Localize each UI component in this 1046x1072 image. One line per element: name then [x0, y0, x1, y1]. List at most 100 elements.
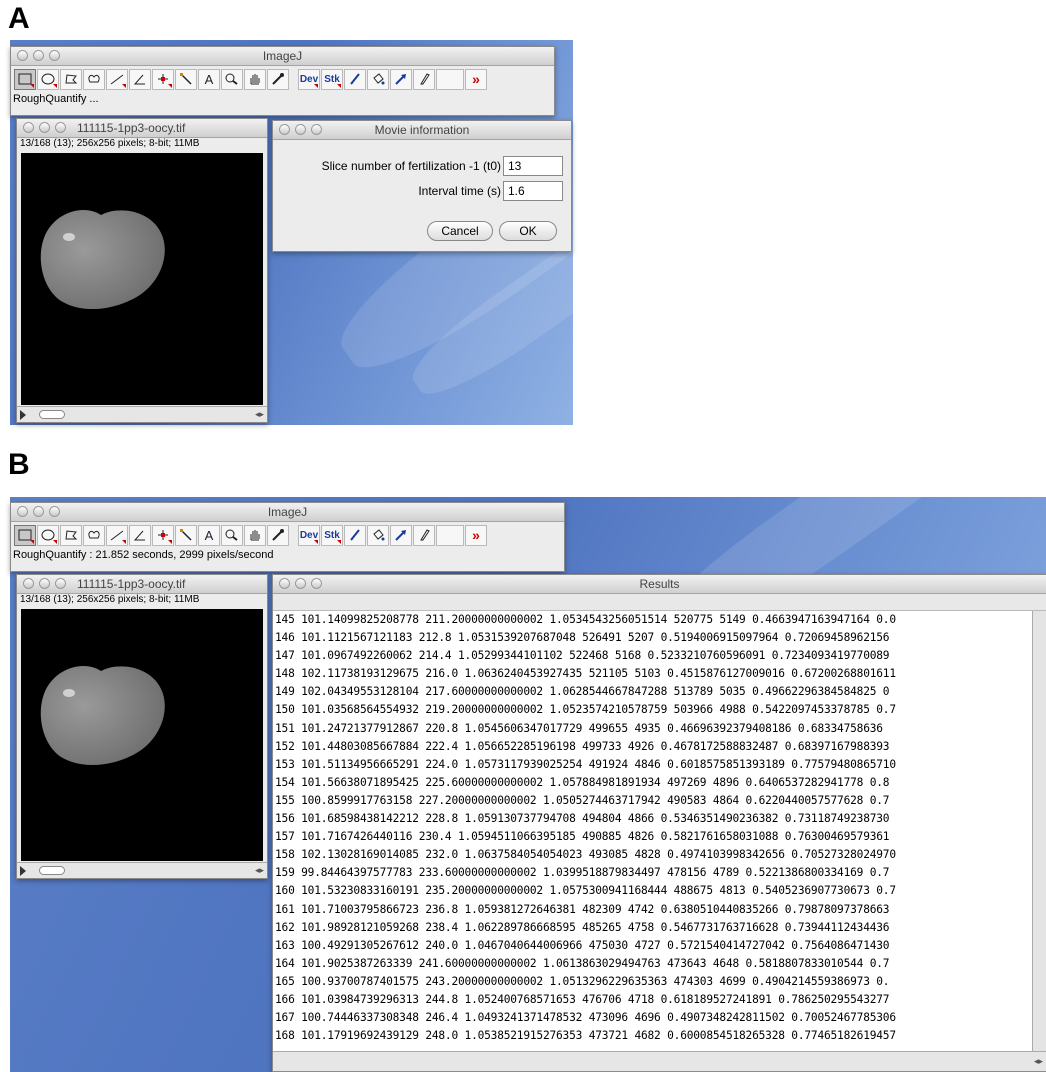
freehand-tool-icon[interactable]	[83, 524, 105, 546]
scroll-arrows-icon[interactable]: ◂▸	[255, 409, 264, 420]
scroll-arrows-icon[interactable]: ◂▸	[1034, 1056, 1043, 1067]
arrow-tool-icon[interactable]	[390, 524, 412, 546]
hand-tool-icon[interactable]	[244, 524, 266, 546]
brush-tool-icon[interactable]	[344, 68, 366, 90]
point-tool-icon[interactable]	[152, 524, 174, 546]
zoom-button[interactable]	[55, 122, 66, 133]
minimize-button[interactable]	[39, 578, 50, 589]
image-canvas[interactable]	[21, 153, 263, 405]
results-row[interactable]: 157 101.7167426440116 230.4 1.0594511066…	[273, 828, 1033, 846]
wand-tool-icon[interactable]	[175, 68, 197, 90]
polygon-tool-icon[interactable]	[60, 524, 82, 546]
zoom-button[interactable]	[311, 124, 322, 135]
dialog-titlebar[interactable]: Movie information	[273, 121, 571, 140]
point-tool-icon[interactable]	[152, 68, 174, 90]
results-row[interactable]: 165 100.93700787401575 243.2000000000000…	[273, 973, 1033, 991]
results-row[interactable]: 158 102.13028169014085 232.0 1.063758405…	[273, 846, 1033, 864]
results-hscroll[interactable]: ◂▸	[273, 1051, 1046, 1071]
more-tools-icon[interactable]: »	[465, 68, 487, 90]
results-row[interactable]: 152 101.44803085667884 222.4 1.056652285…	[273, 738, 1033, 756]
wand-tool-icon[interactable]	[175, 524, 197, 546]
zoom-button[interactable]	[311, 578, 322, 589]
brush-tool-icon[interactable]	[344, 524, 366, 546]
results-row[interactable]: 149 102.04349553128104 217.6000000000000…	[273, 683, 1033, 701]
results-row[interactable]: 148 102.11738193129675 216.0 1.063624045…	[273, 665, 1033, 683]
text-tool-icon[interactable]: A	[198, 68, 220, 90]
cancel-button[interactable]: Cancel	[427, 221, 493, 241]
results-row[interactable]: 159 99.84464397577783 233.60000000000002…	[273, 864, 1033, 882]
stk-menu-button[interactable]: Stk	[321, 68, 343, 90]
ok-button[interactable]: OK	[499, 221, 557, 241]
angle-tool-icon[interactable]	[129, 68, 151, 90]
results-row[interactable]: 160 101.53230833160191 235.2000000000000…	[273, 882, 1033, 900]
results-table[interactable]: 145 101.14099825208778 211.2000000000000…	[273, 611, 1033, 1053]
dev-menu-button[interactable]: Dev	[298, 524, 320, 546]
results-row[interactable]: 162 101.98928121059268 238.4 1.062289786…	[273, 919, 1033, 937]
results-row[interactable]: 153 101.51134956665291 224.0 1.057311793…	[273, 756, 1033, 774]
color-picker-tool-icon[interactable]	[267, 524, 289, 546]
polygon-tool-icon[interactable]	[60, 68, 82, 90]
results-row[interactable]: 168 101.17919692439129 248.0 1.053852191…	[273, 1027, 1033, 1045]
hand-tool-icon[interactable]	[244, 68, 266, 90]
results-row[interactable]: 154 101.56638071895425 225.6000000000000…	[273, 774, 1033, 792]
rectangle-tool-icon[interactable]	[14, 524, 36, 546]
close-button[interactable]	[17, 506, 28, 517]
minimize-button[interactable]	[295, 578, 306, 589]
arrow-tool-icon[interactable]	[390, 68, 412, 90]
minimize-button[interactable]	[33, 50, 44, 61]
line-tool-icon[interactable]	[106, 524, 128, 546]
imagej-titlebar-a[interactable]: ImageJ	[11, 47, 554, 66]
image-titlebar-b[interactable]: 111115-1pp3-oocy.tif	[17, 575, 267, 594]
more-tools-icon[interactable]: »	[465, 524, 487, 546]
zoom-button[interactable]	[49, 506, 60, 517]
results-row[interactable]: 167 100.74446337308348 246.4 1.049324137…	[273, 1009, 1033, 1027]
color-picker-tool-icon[interactable]	[267, 68, 289, 90]
rectangle-tool-icon[interactable]	[14, 68, 36, 90]
freehand-tool-icon[interactable]	[83, 68, 105, 90]
flood-fill-tool-icon[interactable]	[367, 524, 389, 546]
slice-scrollbar[interactable]: ◂▸	[17, 406, 267, 422]
slice-scrollbar[interactable]: ◂▸	[17, 862, 267, 878]
minimize-button[interactable]	[39, 122, 50, 133]
image-canvas[interactable]	[21, 609, 263, 861]
results-row[interactable]: 166 101.03984739296313 244.8 1.052400768…	[273, 991, 1033, 1009]
results-row[interactable]: 147 101.0967492260062 214.4 1.0529934410…	[273, 647, 1033, 665]
scroll-thumb[interactable]	[39, 866, 65, 875]
text-tool-icon[interactable]: A	[198, 524, 220, 546]
pencil-tool-icon[interactable]	[413, 68, 435, 90]
image-titlebar-a[interactable]: 111115-1pp3-oocy.tif	[17, 119, 267, 138]
stk-menu-button[interactable]: Stk	[321, 524, 343, 546]
results-row[interactable]: 163 100.49291305267612 240.0 1.046704064…	[273, 937, 1033, 955]
results-row[interactable]: 155 100.8599917763158 227.20000000000002…	[273, 792, 1033, 810]
imagej-titlebar-b[interactable]: ImageJ	[11, 503, 564, 522]
scroll-thumb[interactable]	[39, 410, 65, 419]
interval-input[interactable]: 1.6	[503, 181, 563, 201]
close-button[interactable]	[17, 50, 28, 61]
minimize-button[interactable]	[33, 506, 44, 517]
zoom-button[interactable]	[55, 578, 66, 589]
close-button[interactable]	[279, 578, 290, 589]
results-vscroll[interactable]	[1032, 611, 1046, 1053]
results-row[interactable]: 161 101.71003795866723 236.8 1.059381272…	[273, 901, 1033, 919]
magnifier-tool-icon[interactable]	[221, 68, 243, 90]
play-icon[interactable]	[20, 866, 26, 876]
magnifier-tool-icon[interactable]	[221, 524, 243, 546]
results-row[interactable]: 145 101.14099825208778 211.2000000000000…	[273, 611, 1033, 629]
results-row[interactable]: 156 101.68598438142212 228.8 1.059130737…	[273, 810, 1033, 828]
results-row[interactable]: 151 101.24721377912867 220.8 1.054560634…	[273, 720, 1033, 738]
results-titlebar[interactable]: Results	[273, 575, 1046, 594]
play-icon[interactable]	[20, 410, 26, 420]
oval-tool-icon[interactable]	[37, 68, 59, 90]
pencil-tool-icon[interactable]	[413, 524, 435, 546]
close-button[interactable]	[23, 578, 34, 589]
t0-input[interactable]: 13	[503, 156, 563, 176]
close-button[interactable]	[23, 122, 34, 133]
line-tool-icon[interactable]	[106, 68, 128, 90]
minimize-button[interactable]	[295, 124, 306, 135]
results-row[interactable]: 164 101.9025387263339 241.60000000000002…	[273, 955, 1033, 973]
zoom-button[interactable]	[49, 50, 60, 61]
angle-tool-icon[interactable]	[129, 524, 151, 546]
oval-tool-icon[interactable]	[37, 524, 59, 546]
results-row[interactable]: 150 101.03568564554932 219.2000000000000…	[273, 701, 1033, 719]
close-button[interactable]	[279, 124, 290, 135]
